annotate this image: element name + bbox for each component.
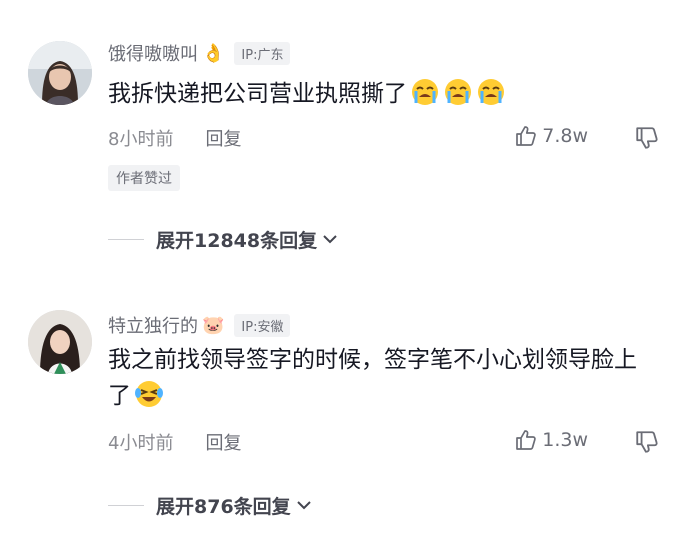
username[interactable]: 特立独行的 [108,312,198,338]
timestamp: 4小时前 [108,433,174,454]
crying-face-icon [445,79,471,105]
expand-replies-label: 展开876条回复 [156,495,291,518]
thumbs-up-icon [516,126,537,146]
expand-replies-label: 展开12848条回复 [156,229,318,252]
expand-replies-button[interactable]: 展开876条回复 [108,490,313,520]
expand-replies-button[interactable]: 展开12848条回复 [108,224,339,254]
crying-face-icon [412,79,438,105]
like-count: 1.3w [542,429,588,451]
reply-button[interactable]: 回复 [205,429,241,455]
like-count: 7.8w [542,125,588,147]
timestamp: 8小时前 [108,129,174,150]
username[interactable]: 饿得嗷嗷叫 [108,40,198,66]
laughing-tears-icon [135,381,163,407]
thumbs-down-icon[interactable] [634,429,660,455]
avatar[interactable] [28,41,92,105]
username-row: 饿得嗷嗷叫 👌 IP:广东 [108,40,291,66]
divider [108,238,144,240]
comment-text[interactable]: 我拆快递把公司营业执照撕了 [108,76,648,112]
reply-button[interactable]: 回复 [205,125,241,151]
ip-location-badge: IP:安徽 [234,313,291,337]
username-row: 特立独行的 🐷 IP:安徽 [108,312,291,338]
avatar[interactable] [28,310,92,374]
like-button[interactable]: 1.3w [514,428,588,452]
chevron-down-icon [296,501,311,510]
thumbs-up-icon [516,430,537,450]
thumbs-down-icon[interactable] [634,125,660,151]
like-button[interactable]: 7.8w [514,124,588,148]
comment-meta: 8小时前 回复 [108,124,241,152]
ip-location-badge: IP:广东 [234,41,291,65]
chevron-down-icon [323,235,337,244]
comment-body: 我之前找领导签字的时候，签字笔不小心划领导脸上了 [108,347,637,409]
comment-body: 我拆快递把公司营业执照撕了 [108,81,407,107]
comment-meta: 4小时前 回复 [108,428,241,456]
divider [108,504,144,506]
author-liked-badge: 作者赞过 [108,165,180,191]
ok-hand-icon: 👌 [202,42,225,64]
comment-text[interactable]: 我之前找领导签字的时候，签字笔不小心划领导脸上了 [108,342,648,414]
pig-face-icon: 🐷 [202,314,225,336]
crying-face-icon [478,79,504,105]
